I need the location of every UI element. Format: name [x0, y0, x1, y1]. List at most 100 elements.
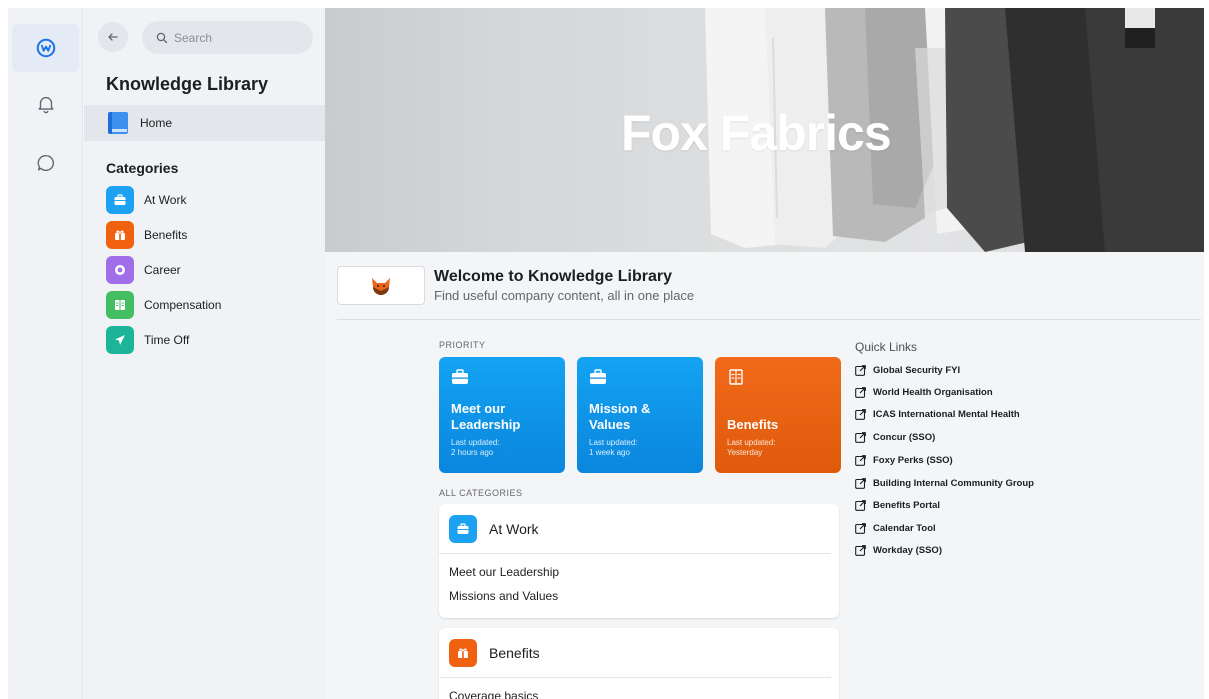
card-updated-label: Last updated:	[727, 438, 776, 447]
external-link-icon	[855, 408, 866, 420]
sidebar-title: Knowledge Library	[106, 74, 269, 94]
card-updated-label: Last updated:	[589, 438, 638, 447]
quick-link-label: Foxy Perks (SSO)	[873, 454, 953, 466]
knowledge-sidebar: Knowledge Library Home Categories At Wor…	[84, 8, 325, 699]
quick-link[interactable]: Workday (SSO)	[855, 543, 942, 557]
priority-card-mission[interactable]: Mission & Values Last updated: 1 week ag…	[577, 357, 703, 473]
quick-link-label: Workday (SSO)	[873, 544, 942, 556]
category-card-benefits: Benefits Coverage basics	[439, 628, 839, 699]
category-card-header[interactable]: At Work	[439, 504, 831, 554]
chat-bubble-icon	[37, 154, 54, 171]
quick-link[interactable]: Calendar Tool	[855, 521, 936, 535]
workplace-logo-icon	[36, 38, 55, 58]
ledger-icon	[729, 369, 743, 385]
bell-icon	[37, 96, 54, 114]
category-name: Benefits	[489, 644, 540, 661]
card-updated-value: Yesterday	[727, 448, 763, 457]
quick-link-label: Concur (SSO)	[873, 431, 936, 443]
card-updated-label: Last updated:	[451, 438, 500, 447]
quick-link-label: Calendar Tool	[873, 522, 936, 534]
app-window: Knowledge Library Home Categories At Wor…	[8, 8, 1204, 699]
sidebar-item-label: Home	[140, 116, 173, 130]
quick-link[interactable]: Concur (SSO)	[855, 430, 935, 444]
gift-icon	[449, 638, 477, 667]
search-input[interactable]	[174, 30, 304, 45]
book-icon	[108, 112, 128, 134]
quick-link-label: Global Security FYI	[873, 364, 961, 376]
priority-card-leadership[interactable]: Meet our Leadership Last updated: 2 hour…	[439, 357, 565, 473]
sidebar-item-home[interactable]: Home	[84, 105, 325, 141]
quick-link[interactable]: Foxy Perks (SSO)	[855, 453, 953, 467]
card-title-line2: Values	[589, 417, 631, 432]
category-card-header[interactable]: Benefits	[439, 628, 831, 678]
sidebar-item-time-off[interactable]: Time Off	[106, 326, 189, 354]
target-icon	[106, 256, 134, 284]
sidebar-item-compensation[interactable]: Compensation	[106, 291, 221, 319]
quick-link-label: ICAS International Mental Health	[873, 408, 1020, 420]
category-link[interactable]: Meet our Leadership	[439, 560, 839, 584]
category-name: At Work	[489, 520, 539, 537]
sidebar-item-label: Compensation	[144, 298, 222, 312]
hero-title: Fox Fabrics	[621, 105, 892, 161]
briefcase-icon	[590, 369, 606, 384]
card-title-line1: Meet our	[451, 401, 506, 416]
airplane-icon	[106, 326, 134, 354]
card-title-line2: Leadership	[451, 417, 521, 432]
categories-heading: Categories	[106, 160, 179, 176]
category-card-at-work: At Work Meet our Leadership Missions and…	[439, 504, 839, 618]
ledger-icon	[106, 291, 134, 319]
card-updated-value: 2 hours ago	[451, 448, 494, 457]
quick-link[interactable]: Benefits Portal	[855, 498, 940, 512]
welcome-subtitle: Find useful company content, all in one …	[434, 288, 695, 303]
sidebar-item-benefits[interactable]: Benefits	[106, 221, 187, 249]
main-content: Fox Fabrics Welcome to Knowledge Library…	[325, 8, 1204, 699]
external-link-icon	[855, 386, 866, 398]
quick-link[interactable]: Global Security FYI	[855, 363, 960, 377]
app-rail	[8, 8, 83, 699]
sidebar-item-at-work[interactable]: At Work	[106, 186, 186, 214]
category-link[interactable]: Coverage basics	[439, 684, 839, 699]
quick-link-label: Building Internal Community Group	[873, 477, 1034, 489]
category-link[interactable]: Missions and Values	[439, 584, 839, 608]
quick-link[interactable]: World Health Organisation	[855, 385, 993, 399]
card-updated-value: 1 week ago	[589, 448, 630, 457]
search-icon	[156, 32, 168, 43]
quick-link-label: Benefits Portal	[873, 499, 941, 511]
notifications-button[interactable]	[12, 80, 79, 128]
priority-label: PRIORITY	[439, 340, 486, 350]
fox-logo-icon	[372, 277, 390, 295]
external-link-icon	[855, 544, 866, 556]
sidebar-item-label: Time Off	[144, 333, 190, 347]
external-link-icon	[855, 454, 866, 466]
external-link-icon	[855, 499, 866, 511]
sidebar-item-career[interactable]: Career	[106, 256, 181, 284]
all-categories-label: ALL CATEGORIES	[439, 488, 523, 498]
hero-banner: Fox Fabrics	[325, 8, 1204, 252]
external-link-icon	[855, 477, 866, 489]
workplace-home-button[interactable]	[12, 24, 79, 72]
sidebar-item-label: Career	[144, 263, 181, 277]
external-link-icon	[855, 431, 866, 443]
welcome-header: Welcome to Knowledge Library Find useful…	[337, 266, 1201, 320]
quick-link[interactable]: ICAS International Mental Health	[855, 407, 1020, 421]
company-logo	[337, 266, 425, 305]
back-button[interactable]	[98, 22, 128, 52]
external-link-icon	[855, 364, 866, 376]
briefcase-icon	[106, 186, 134, 214]
card-title-line1: Benefits	[727, 417, 779, 432]
sidebar-item-label: Benefits	[144, 228, 188, 242]
sidebar-item-label: At Work	[144, 193, 187, 207]
briefcase-icon	[452, 369, 468, 384]
priority-card-benefits[interactable]: Benefits Last updated: Yesterday	[715, 357, 841, 473]
briefcase-icon	[449, 514, 477, 543]
quick-link[interactable]: Building Internal Community Group	[855, 476, 1034, 490]
gift-icon	[106, 221, 134, 249]
quick-links-heading: Quick Links	[855, 340, 918, 354]
welcome-title: Welcome to Knowledge Library	[434, 268, 672, 285]
arrow-left-icon	[108, 33, 118, 41]
quick-link-label: World Health Organisation	[873, 386, 993, 398]
external-link-icon	[855, 522, 866, 534]
search-box[interactable]	[142, 21, 313, 54]
card-title-line1: Mission &	[589, 401, 651, 416]
chat-button[interactable]	[12, 139, 79, 187]
